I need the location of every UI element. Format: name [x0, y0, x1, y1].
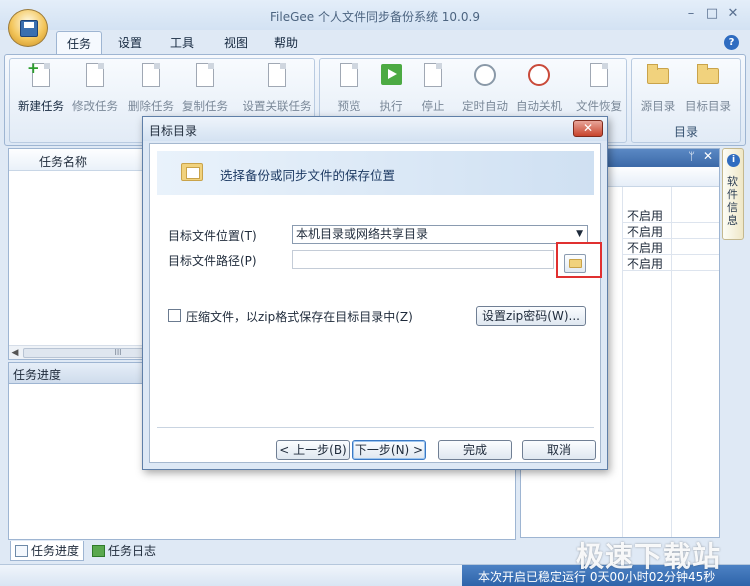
dropdown-arrow-icon: ▼ — [576, 229, 583, 239]
column-divider — [671, 187, 672, 537]
prev-step-button[interactable]: < 上一步(B) — [276, 440, 350, 460]
col-task-name[interactable]: 任务名称 — [39, 153, 87, 170]
watermark: 极速下载站 — [576, 540, 722, 573]
target-location-select[interactable]: 本机目录或网络共享目录 ▼ — [292, 225, 588, 244]
tab-task[interactable]: 任务 — [56, 31, 102, 55]
close-button[interactable]: ✕ — [724, 6, 742, 22]
copy-task-icon — [193, 63, 217, 89]
app-window: FileGee 个人文件同步备份系统 10.0.9 – □ ✕ 任务 设置 工具… — [0, 0, 750, 586]
log-icon — [92, 545, 105, 557]
tab-tools[interactable]: 工具 — [160, 31, 204, 55]
target-folder-icon — [696, 63, 720, 89]
tab-task-progress[interactable]: 任务进度 — [10, 541, 84, 561]
target-path-input[interactable] — [292, 250, 554, 269]
delete-task-icon — [139, 63, 163, 89]
panel-close-icon[interactable]: ✕ — [703, 149, 713, 163]
target-location-label: 目标文件位置(T) — [168, 229, 257, 243]
tab-settings[interactable]: 设置 — [108, 31, 152, 55]
ribbon-group-directory: 源目录 目标目录 目录 — [631, 58, 741, 143]
dialog-body: 选择备份或同步文件的保存位置 目标文件位置(T) 本机目录或网络共享目录 ▼ 目… — [149, 143, 602, 463]
timed-auto-button[interactable]: 定时自动 — [456, 63, 514, 115]
dialog-close-button[interactable]: ✕ — [573, 120, 603, 137]
maximize-button[interactable]: □ — [703, 6, 721, 22]
tab-task-log[interactable]: 任务日志 — [88, 541, 162, 561]
info-icon: i — [727, 154, 740, 167]
clock-icon — [473, 63, 497, 89]
progress-icon — [15, 545, 28, 557]
set-related-task-button[interactable]: 设置关联任务 — [240, 63, 314, 115]
banner-text: 选择备份或同步文件的保存位置 — [220, 168, 396, 183]
dialog-separator — [157, 427, 594, 428]
bottom-tabs: 任务进度 任务日志 — [8, 540, 516, 562]
new-task-icon: + — [27, 59, 53, 89]
progress-title: 任务进度 — [13, 368, 62, 382]
preview-icon — [337, 63, 361, 89]
play-icon — [379, 63, 403, 89]
finish-button[interactable]: 完成 — [438, 440, 512, 460]
minimize-button[interactable]: – — [682, 6, 700, 22]
directory-group-label: 目录 — [673, 125, 698, 139]
disk-icon — [20, 20, 38, 37]
shutdown-clock-icon — [527, 63, 551, 89]
title-bar: FileGee 个人文件同步备份系统 10.0.9 – □ ✕ — [0, 0, 750, 30]
folder-document-icon — [181, 163, 203, 181]
dialog-title: 目标目录 — [149, 124, 198, 138]
tab-view[interactable]: 视图 — [214, 31, 258, 55]
pin-icon[interactable]: ᛘ — [688, 150, 695, 163]
target-path-label: 目标文件路径(P) — [168, 254, 257, 268]
edit-task-button[interactable]: 修改任务 — [66, 63, 124, 115]
new-task-button[interactable]: + 新建任务 — [12, 59, 70, 115]
dialog-banner: 选择备份或同步文件的保存位置 — [157, 151, 594, 195]
related-task-icon — [265, 63, 289, 89]
auto-shutdown-button[interactable]: 自动关机 — [510, 63, 568, 115]
dialog-title-bar: 目标目录 ✕ — [143, 117, 607, 141]
window-title: FileGee 个人文件同步备份系统 10.0.9 — [270, 10, 480, 24]
target-directory-dialog: 目标目录 ✕ 选择备份或同步文件的保存位置 目标文件位置(T) 本机目录或网络共… — [142, 116, 608, 470]
copy-task-button[interactable]: 复制任务 — [176, 63, 234, 115]
tab-help[interactable]: 帮助 — [264, 31, 308, 55]
edit-task-icon — [83, 63, 107, 89]
software-info-label: 软件信息 — [727, 175, 738, 227]
scroll-left-icon[interactable]: ◀ — [9, 347, 21, 359]
source-dir-button[interactable]: 源目录 — [632, 63, 684, 115]
compress-checkbox[interactable] — [168, 309, 181, 322]
next-step-button[interactable]: 下一步(N) > — [352, 440, 426, 460]
zip-password-button[interactable]: 设置zip密码(W)... — [476, 306, 586, 326]
source-folder-icon — [646, 63, 670, 89]
delete-task-button[interactable]: 删除任务 — [122, 63, 180, 115]
software-info-tab[interactable]: i 软件信息 — [722, 148, 744, 240]
target-dir-button[interactable]: 目标目录 — [680, 63, 736, 115]
app-menu-button[interactable] — [8, 9, 48, 47]
help-icon[interactable]: ? — [724, 35, 739, 50]
file-restore-button[interactable]: 文件恢复 — [570, 63, 628, 115]
cancel-button[interactable]: 取消 — [522, 440, 596, 460]
stop-button[interactable]: 停止 — [404, 63, 462, 115]
stop-icon — [421, 63, 445, 89]
browse-folder-button[interactable] — [564, 254, 586, 273]
restore-icon — [587, 63, 611, 89]
compress-label: 压缩文件，以zip格式保存在目标目录中(Z) — [186, 310, 413, 324]
folder-open-icon — [569, 259, 582, 268]
column-divider — [622, 187, 623, 537]
